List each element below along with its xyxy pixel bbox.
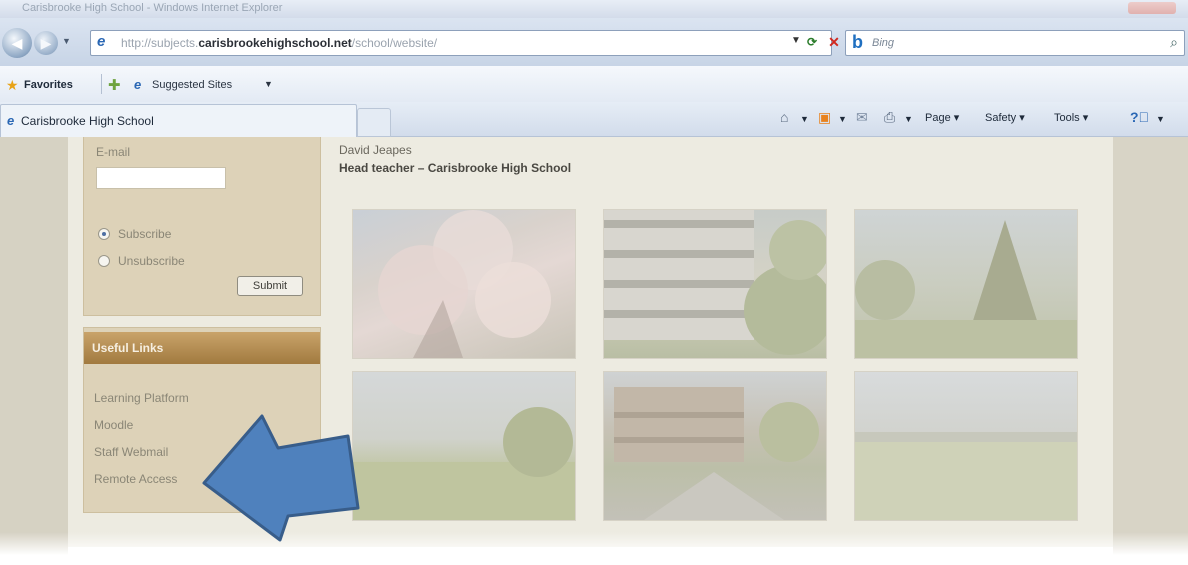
suggested-sites-dropdown-icon[interactable]: ▼ xyxy=(264,79,273,89)
bing-logo-icon: b xyxy=(852,32,863,52)
safety-menu-label: Safety xyxy=(985,112,1017,124)
window-close-button[interactable] xyxy=(1128,2,1176,14)
tools-menu[interactable]: Tools ▾ xyxy=(1054,111,1088,124)
search-icon[interactable]: ⌕ xyxy=(1170,34,1178,51)
suggested-sites-icon: e xyxy=(134,77,142,92)
feeds-dropdown-icon[interactable]: ▼ xyxy=(838,114,847,124)
submit-button[interactable]: Submit xyxy=(237,276,303,296)
link-staff-webmail[interactable]: Staff Webmail xyxy=(94,445,168,459)
back-arrow-icon: ◀ xyxy=(11,34,23,51)
mail-icon[interactable]: ✉ xyxy=(856,109,868,126)
gallery-photo-school-block[interactable] xyxy=(603,371,827,521)
tab-title: Carisbrooke High School xyxy=(21,114,154,128)
page-bottom-fade xyxy=(0,532,1188,565)
feeds-icon[interactable]: ▣ xyxy=(818,109,831,126)
refresh-icon[interactable]: ⟳ xyxy=(807,35,817,49)
stop-icon[interactable]: ✕ xyxy=(824,32,844,52)
home-icon[interactable]: ⌂ xyxy=(780,109,788,125)
search-box[interactable]: b Bing ⌕ xyxy=(845,30,1185,56)
address-dropdown-icon[interactable]: ▼ xyxy=(791,35,801,46)
url-prefix: http://subjects. xyxy=(121,36,199,50)
school-block-illustration xyxy=(614,387,819,520)
tab-bar: e Carisbrooke High School ⌂ ▼ ▣ ▼ ✉ ⎙ ▼ … xyxy=(0,102,1188,137)
url-domain: carisbrookehighschool.net xyxy=(198,36,352,50)
url-text[interactable]: http://subjects.carisbrookehighschool.ne… xyxy=(121,36,437,50)
window-titlebar: Carisbrooke High School - Windows Intern… xyxy=(0,0,1188,18)
web-page: E-mail Subscribe Unsubscribe Submit Usef… xyxy=(0,137,1188,565)
forward-arrow-icon: ▶ xyxy=(40,34,52,51)
newsletter-subscribe-panel: E-mail Subscribe Unsubscribe Submit xyxy=(83,137,321,316)
safety-menu[interactable]: Safety ▾ xyxy=(985,111,1025,124)
useful-links-header: Useful Links xyxy=(84,332,320,364)
help-dropdown-icon[interactable]: ▼ xyxy=(1156,114,1165,124)
address-bar-row: ◀ ▶ ▼ e http://subjects.carisbrookehighs… xyxy=(0,18,1188,66)
email-label: E-mail xyxy=(96,145,131,159)
favorites-star-icon[interactable]: ★ xyxy=(6,77,19,94)
suggested-sites-button[interactable]: Suggested Sites xyxy=(152,79,232,91)
link-learning-platform[interactable]: Learning Platform xyxy=(94,391,189,405)
email-input[interactable] xyxy=(96,167,226,189)
forward-button[interactable]: ▶ xyxy=(34,31,58,55)
page-right-margin xyxy=(1113,137,1188,565)
field-illustration xyxy=(353,407,575,520)
signoff-name: David Jeapes xyxy=(339,143,412,157)
print-dropdown-icon[interactable]: ▼ xyxy=(904,114,913,124)
gallery-photo-tall-tree[interactable] xyxy=(854,209,1078,359)
recent-pages-dropdown-icon[interactable]: ▼ xyxy=(62,36,71,46)
link-moodle[interactable]: Moodle xyxy=(94,418,133,432)
new-tab-button[interactable] xyxy=(357,108,391,137)
unsubscribe-option[interactable]: Unsubscribe xyxy=(98,254,185,268)
arrow-shape xyxy=(202,414,360,542)
gallery-photo-meadow[interactable] xyxy=(854,371,1078,521)
tab-carisbrooke[interactable]: e Carisbrooke High School xyxy=(0,104,357,137)
gallery-photo-school-building[interactable] xyxy=(603,209,827,359)
url-path: /school/website/ xyxy=(351,36,438,50)
search-placeholder: Bing xyxy=(872,37,895,49)
unsubscribe-label: Unsubscribe xyxy=(118,254,185,268)
back-button[interactable]: ◀ xyxy=(2,28,32,58)
page-left-margin xyxy=(0,137,68,565)
link-remote-access[interactable]: Remote Access xyxy=(94,472,177,486)
page-menu-label: Page xyxy=(925,112,951,124)
subscribe-radio[interactable] xyxy=(98,228,110,240)
gallery-photo-field[interactable] xyxy=(352,371,576,521)
useful-links-heading: Useful Links xyxy=(92,341,164,355)
meadow-illustration xyxy=(855,432,1077,520)
window-title: Carisbrooke High School - Windows Intern… xyxy=(22,2,283,14)
favorites-bar: ★ Favorites ✚ e Suggested Sites ▼ xyxy=(0,66,1188,102)
favorites-separator xyxy=(101,74,102,94)
blossom-illustration xyxy=(378,210,551,358)
print-icon[interactable]: ⎙ xyxy=(884,109,895,126)
page-menu[interactable]: Page ▾ xyxy=(925,111,959,124)
tall-tree-illustration xyxy=(855,220,1077,358)
tab-page-icon: e xyxy=(7,113,15,128)
subscribe-option[interactable]: Subscribe xyxy=(98,227,171,241)
gallery-photo-blossom[interactable] xyxy=(352,209,576,359)
ie-page-icon: e xyxy=(97,33,106,50)
help-icon[interactable]: ?⃝ xyxy=(1130,109,1149,125)
signoff-role: Head teacher – Carisbrooke High School xyxy=(339,161,572,175)
tools-menu-label: Tools xyxy=(1054,112,1080,124)
unsubscribe-radio[interactable] xyxy=(98,255,110,267)
add-to-favorites-icon[interactable]: ✚ xyxy=(108,76,121,94)
home-dropdown-icon[interactable]: ▼ xyxy=(800,114,809,124)
favorites-button[interactable]: Favorites xyxy=(24,79,73,91)
school-building-illustration xyxy=(604,210,826,355)
address-bar[interactable]: e http://subjects.carisbrookehighschool.… xyxy=(90,30,840,56)
annotation-arrow-icon xyxy=(202,414,360,542)
subscribe-label: Subscribe xyxy=(118,227,172,241)
